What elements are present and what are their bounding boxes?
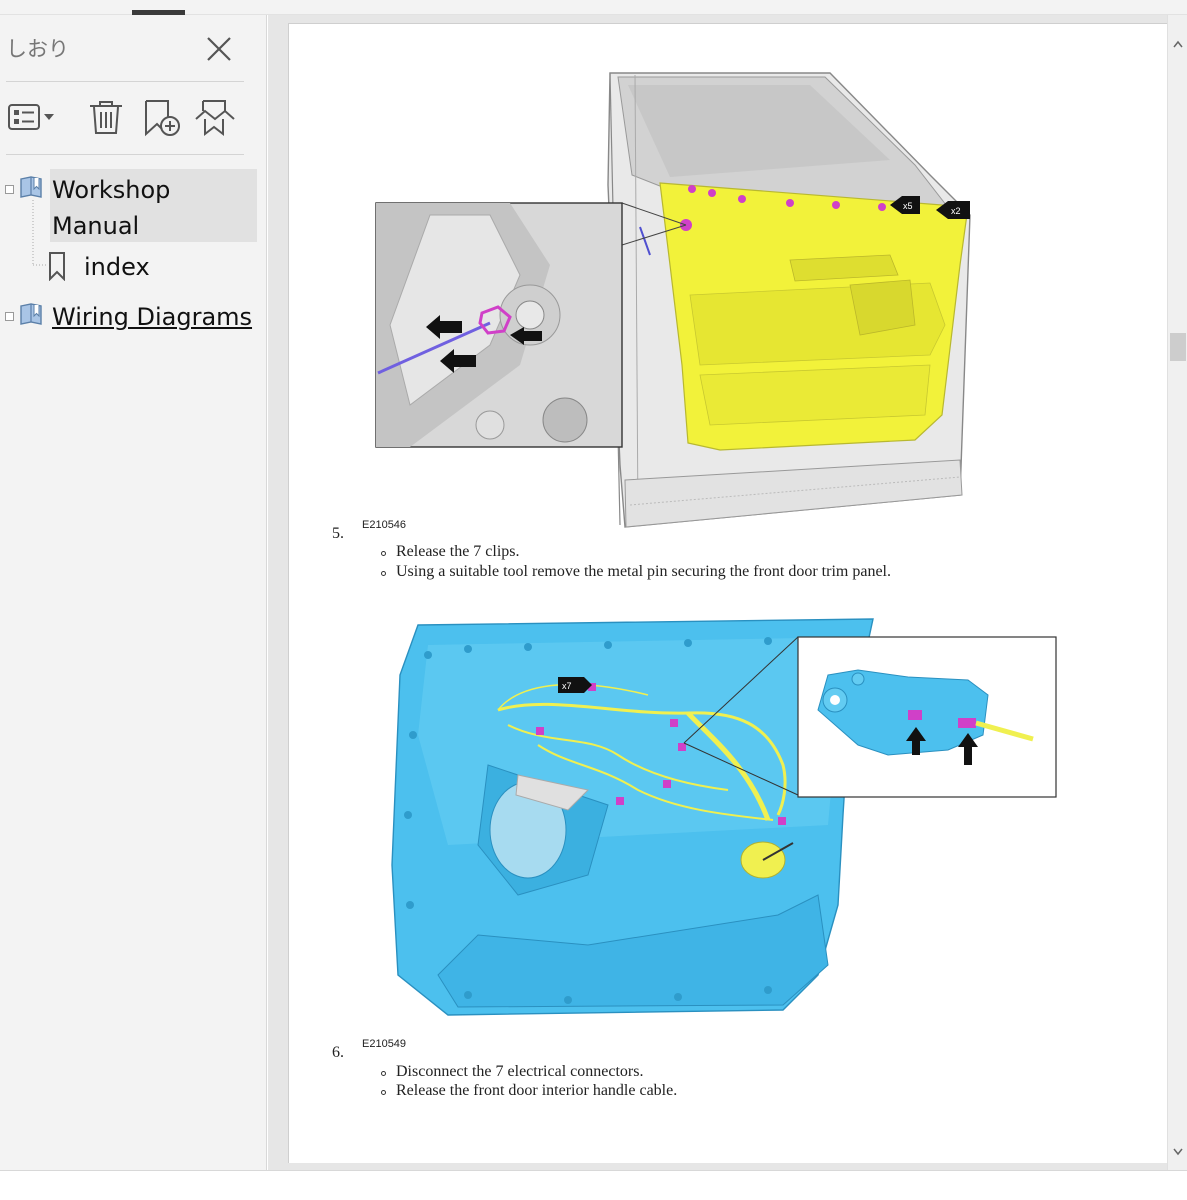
vertical-scrollbar[interactable] (1167, 15, 1187, 1170)
step-5-bullet-1: Release the 7 clips. (396, 543, 520, 560)
callout-x5: x5 (903, 201, 913, 211)
tree-item-workshop-manual-line2[interactable]: Manual (52, 208, 139, 244)
bullet (381, 571, 386, 576)
list-options-icon[interactable] (6, 97, 58, 137)
callout-x2: x2 (951, 206, 961, 216)
separator (6, 81, 244, 82)
scrollbar-thumb[interactable] (1170, 333, 1186, 361)
panel-title: しおり (6, 37, 69, 61)
window-top-strip (0, 0, 1187, 15)
trash-icon[interactable] (86, 97, 126, 137)
scroll-up-arrow-icon[interactable] (1172, 39, 1184, 51)
callout-x7: x7 (562, 681, 572, 691)
bottom-strip (0, 1170, 1187, 1200)
step-6-bullet-1: Disconnect the 7 electrical connectors. (396, 1063, 644, 1080)
figure-id: E210546 (362, 519, 407, 531)
bullet (381, 1071, 386, 1076)
tree-item-wiring-diagrams[interactable]: Wiring Diagrams (52, 299, 252, 335)
figure-e210546: x5 x2 (375, 72, 971, 528)
scroll-down-arrow-icon[interactable] (1172, 1145, 1184, 1157)
expander-toggle[interactable] (5, 312, 14, 321)
bookmarks-panel: しおり Workshop Manual index Wiring Diagram… (0, 15, 267, 1170)
bullet (381, 1090, 386, 1095)
expander-toggle[interactable] (5, 185, 14, 194)
add-bookmark-icon[interactable] (140, 97, 184, 137)
find-bookmark-icon[interactable] (193, 97, 239, 137)
separator (6, 154, 244, 155)
close-icon[interactable] (203, 33, 235, 65)
bookmark-icon (49, 252, 65, 281)
figure-e210549: x7 (391, 618, 1057, 1016)
bookmark-book-icon (20, 176, 42, 198)
step-6-bullet-2: Release the front door interior handle c… (396, 1082, 678, 1099)
step-5-bullet-2: Using a suitable tool remove the metal p… (396, 563, 891, 580)
bullet (381, 551, 386, 556)
figure-id: E210549 (362, 1038, 407, 1050)
bookmark-book-icon (20, 303, 42, 325)
tree-item-index[interactable]: index (84, 249, 150, 285)
step-number: 6. (332, 1044, 344, 1061)
tree-item-workshop-manual[interactable]: Workshop (52, 172, 170, 208)
step-number: 5. (332, 525, 344, 542)
